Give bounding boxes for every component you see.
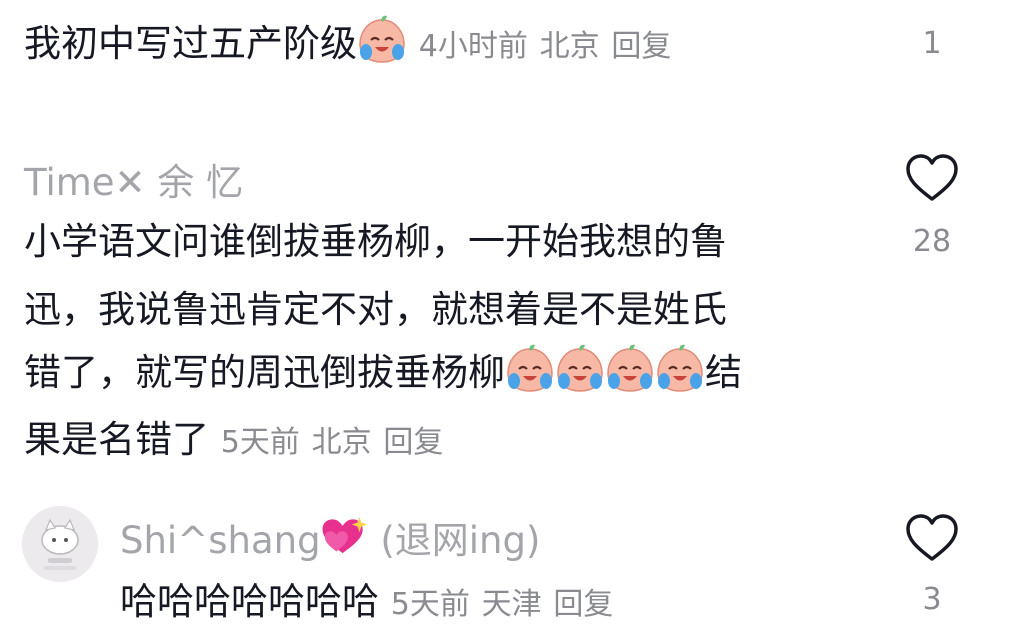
comment-3-body: 哈哈哈哈哈哈哈	[120, 580, 379, 623]
comment-3-location: 天津	[481, 587, 542, 622]
comment-1-location: 北京	[539, 29, 600, 64]
comment-2-time: 5天前	[220, 425, 300, 460]
comment-1-body: 我初中写过五产阶级	[24, 22, 357, 65]
comment-2-line-3-text: 错了，就写的周迅倒拔垂杨柳	[24, 351, 505, 394]
comment-2-reply-button[interactable]: 回复	[383, 425, 443, 460]
comment-1-text: 我初中写过五产阶级 4小时前 北京 回复	[24, 12, 671, 79]
comment-2-line-3: 错了，就写的周迅倒拔垂杨柳 结	[24, 341, 742, 405]
heart-outline-icon[interactable]	[904, 513, 960, 563]
sparkling-hearts-icon	[322, 516, 367, 554]
comment-3-username-suffix: (退网ing)	[380, 519, 541, 562]
crying-peach-emoji-icon	[606, 343, 654, 393]
heart-outline-icon[interactable]	[904, 153, 960, 203]
comment-2-line-3-tail: 结	[705, 351, 742, 394]
comment-3-text: 哈哈哈哈哈哈哈 5天前 天津 回复	[120, 570, 613, 637]
crying-peach-emoji-icon	[556, 343, 604, 393]
comment-3-username-row: Shi^shang (退网ing)	[120, 510, 540, 564]
comment-1-reply-button[interactable]: 回复	[611, 29, 671, 64]
comment-3-username[interactable]: Shi^shang	[120, 519, 321, 562]
comment-3-time: 5天前	[390, 587, 470, 622]
comment-3-like-count: 3	[922, 582, 942, 617]
comment-3-reply-button[interactable]: 回复	[553, 587, 613, 622]
crying-peach-emoji-icon	[506, 343, 554, 393]
comment-2-location: 北京	[311, 425, 372, 460]
comment-2-username[interactable]: Time✕ 余 忆	[24, 152, 243, 206]
crying-peach-emoji-icon	[358, 14, 406, 64]
comment-2-line-4-text: 果是名错了	[24, 418, 209, 461]
comment-2-line-1: 小学语文问谁倒拔垂杨柳，一开始我想的鲁	[24, 220, 727, 263]
comment-1-like-count: 1	[922, 26, 942, 61]
crying-peach-emoji-icon	[656, 343, 704, 393]
avatar[interactable]	[22, 506, 98, 582]
comment-2-like-count: 28	[912, 224, 952, 259]
comment-2-line-4: 果是名错了 5天前 北京 回复	[24, 408, 443, 475]
comment-1-time: 4小时前	[418, 29, 528, 64]
comment-2-line-2: 迅，我说鲁迅肯定不对，就想着是不是姓氏	[24, 288, 727, 331]
avatar-cat-icon	[22, 506, 98, 582]
